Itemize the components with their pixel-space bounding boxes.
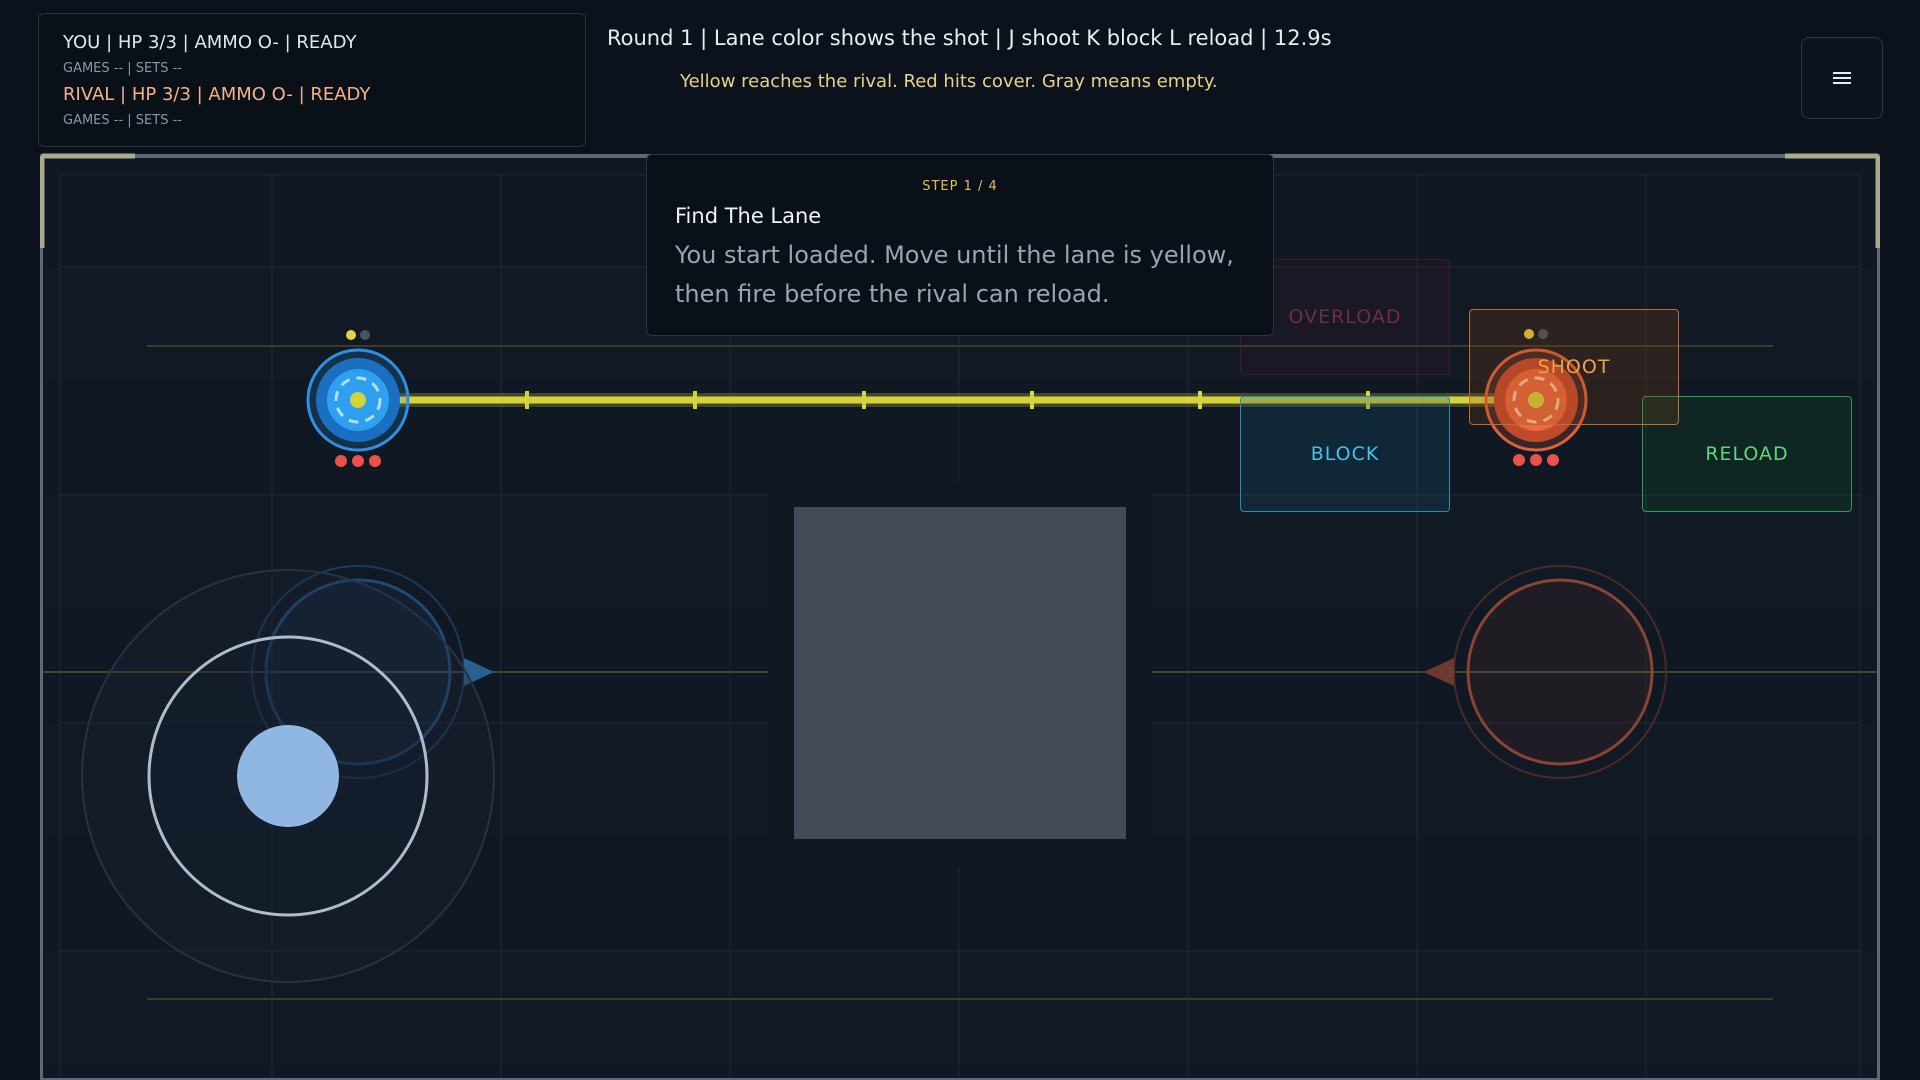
rival-hp-pips [1513,454,1559,466]
tutorial-body: You start loaded. Move until the lane is… [675,241,1234,308]
joystick-thumb[interactable] [237,725,339,827]
rival-record: GAMES -- | SETS -- [63,113,182,128]
tutorial-card: STEP 1 / 4 Find The Lane You start loade… [646,154,1274,336]
lane-hint: Yellow reaches the rival. Red hits cover… [680,71,1218,92]
status-panel: YOU | HP 3/3 | AMMO O- | READY GAMES -- … [38,13,586,147]
player-hp-pips [335,455,381,467]
tutorial-title: Find The Lane [675,204,822,228]
shoot-button[interactable]: SHOOT [1469,309,1679,425]
cover-block [794,507,1126,839]
hamburger-menu-icon [1833,72,1851,84]
round-info: Round 1 | Lane color shows the shot | J … [607,26,1332,50]
virtual-joystick[interactable] [81,569,495,983]
menu-button[interactable] [1801,37,1883,119]
player-record: GAMES -- | SETS -- [63,61,182,76]
player-status: YOU | HP 3/3 | AMMO O- | READY [63,32,357,53]
rival-status: RIVAL | HP 3/3 | AMMO O- | READY [63,84,371,105]
block-button[interactable]: BLOCK [1240,396,1450,512]
player-token [306,348,410,452]
tutorial-step: STEP 1 / 4 [922,179,998,194]
